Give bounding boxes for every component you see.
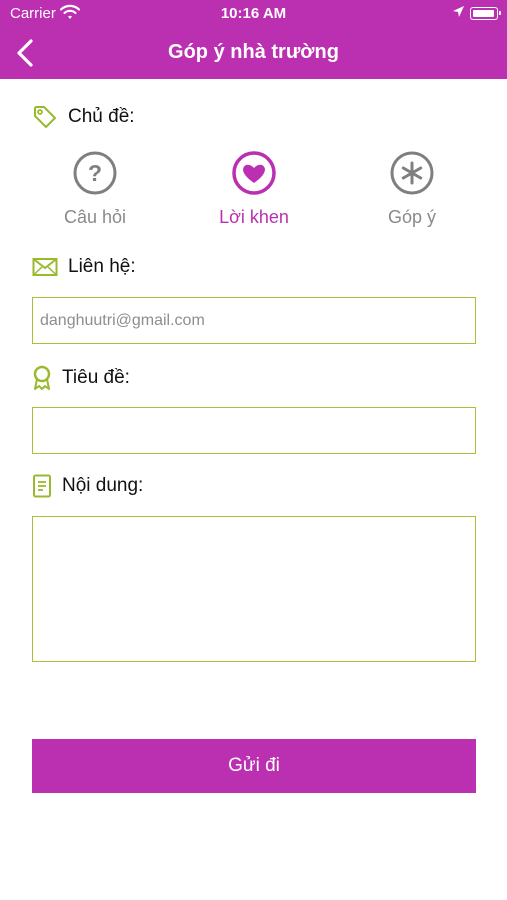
tag-icon <box>34 106 56 128</box>
topic-option-suggestion[interactable]: Góp ý <box>352 150 472 228</box>
content-label-row: Nội dung: <box>32 474 143 498</box>
contact-label: Liên hệ: <box>68 256 136 277</box>
subject-label-row: Tiêu đề: <box>32 365 130 391</box>
topic-option-label: Câu hỏi <box>63 207 127 227</box>
battery-icon <box>470 7 501 20</box>
location-arrow-icon <box>453 6 464 17</box>
subject-label: Tiêu đề: <box>62 367 130 388</box>
topic-label-row: Chủ đề: <box>32 104 135 130</box>
topic-option-label: Lời khen <box>219 207 289 227</box>
subject-field[interactable] <box>32 407 476 454</box>
envelope-icon <box>32 258 58 276</box>
topic-option-praise[interactable]: Lời khen <box>194 150 314 228</box>
question-circle-icon: ? <box>73 151 117 195</box>
page-title: Góp ý nhà trường <box>168 41 339 63</box>
asterisk-circle-icon <box>390 151 434 195</box>
topic-label: Chủ đề: <box>68 106 135 127</box>
submit-button[interactable]: Gửi đi <box>32 739 476 793</box>
svg-text:?: ? <box>88 160 102 186</box>
topic-option-label: Góp ý <box>387 207 437 227</box>
navigation-header: Carrier 10:16 AM Góp ý nhà trường <box>0 0 507 79</box>
status-bar: Carrier 10:16 AM <box>0 0 507 28</box>
ribbon-icon <box>33 365 51 390</box>
contact-label-row: Liên hệ: <box>32 256 136 278</box>
heart-circle-icon <box>232 151 276 195</box>
document-icon <box>33 474 51 498</box>
contact-email-field[interactable] <box>32 297 476 344</box>
topic-option-question[interactable]: ? Câu hỏi <box>35 150 155 228</box>
content-textarea[interactable] <box>32 516 476 662</box>
content-label: Nội dung: <box>62 475 144 496</box>
clock: 10:16 AM <box>220 5 287 22</box>
